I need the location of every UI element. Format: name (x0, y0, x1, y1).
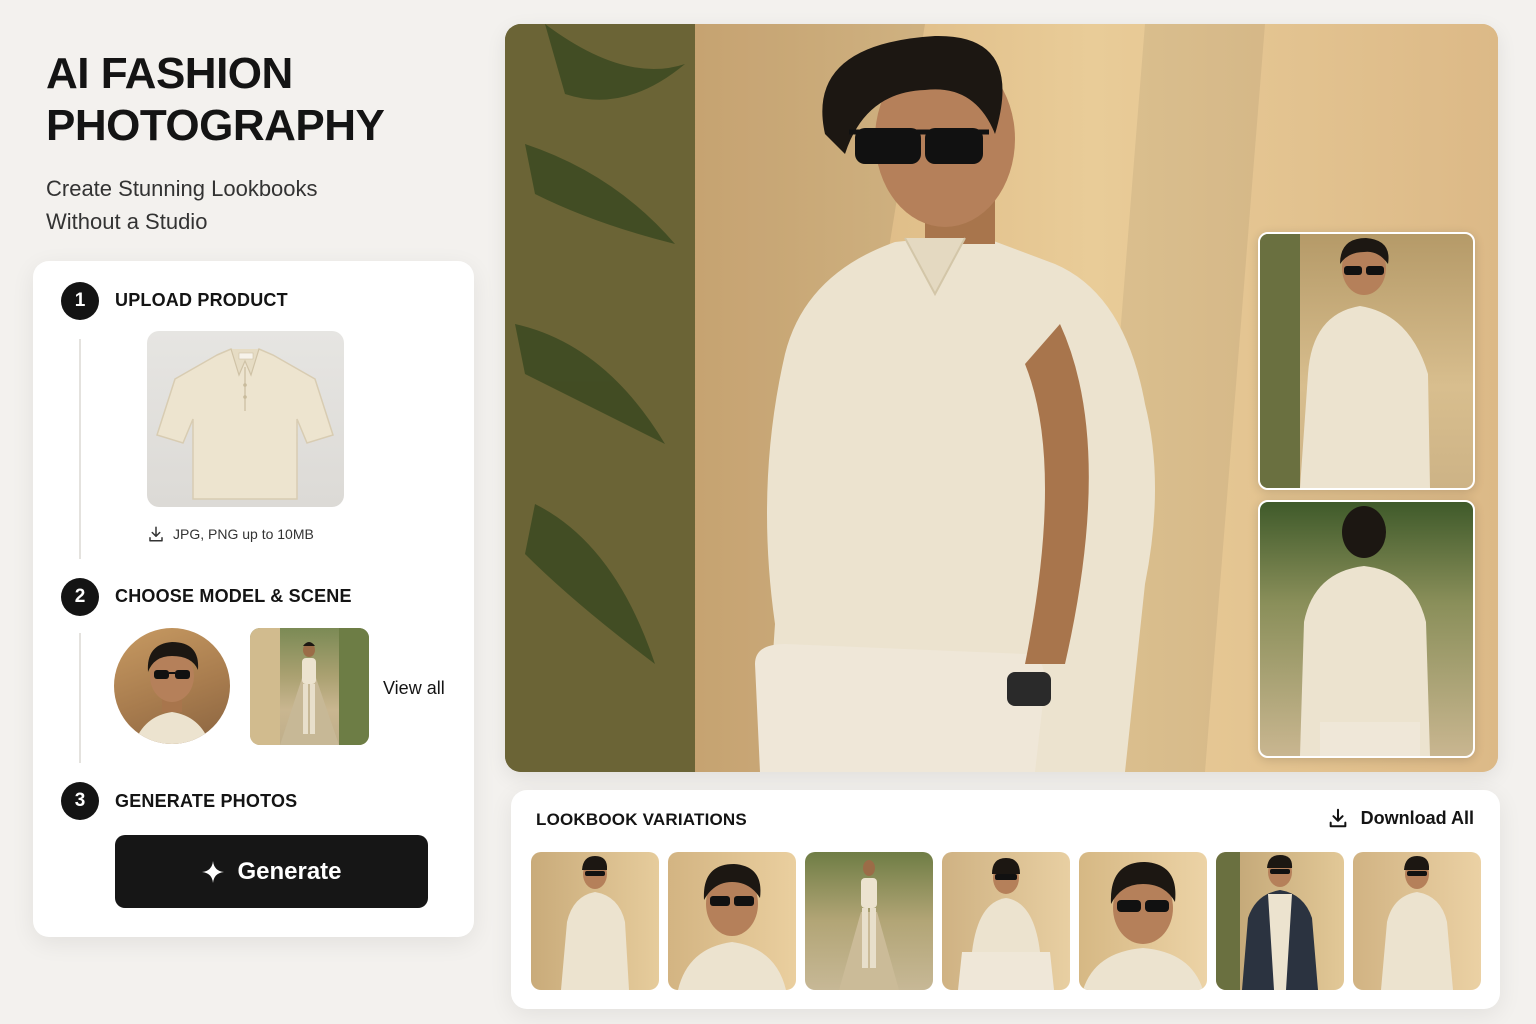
back-view-image (1300, 506, 1430, 756)
model-portrait-image (134, 642, 210, 744)
lookbook-photo-6 (1216, 852, 1318, 990)
lookbook-title: LOOKBOOK VARIATIONS (536, 810, 747, 829)
page-subtitle-line-2: Without a Studio (46, 209, 208, 234)
generate-button-label: Generate (237, 857, 342, 885)
download-icon (149, 526, 163, 542)
polo-shirt-image (156, 348, 334, 500)
upload-hint: JPG, PNG up to 10MB (147, 525, 314, 543)
step-2-number: 2 (61, 578, 99, 616)
lookbook-photo-5 (1083, 862, 1203, 990)
steps-panel: 1 UPLOAD PRODUCT JPG, PNG up to 10MB 2 C… (33, 261, 474, 937)
download-all-label: Download All (1360, 807, 1474, 828)
lookbook-thumbnail-2[interactable] (668, 852, 796, 990)
lookbook-photo-1 (561, 856, 629, 990)
product-upload-thumbnail[interactable] (147, 331, 344, 507)
lookbook-thumbnail-3[interactable] (805, 852, 933, 990)
download-icon (1329, 808, 1347, 828)
page-title: AI FASHION PHOTOGRAPHY (46, 48, 466, 152)
step-connector (79, 339, 81, 559)
main-preview-photo (505, 24, 1498, 772)
lookbook-panel: LOOKBOOK VARIATIONS Download All (511, 790, 1500, 1009)
scene-thumbnail[interactable] (250, 628, 369, 745)
scene-image (250, 628, 369, 745)
lookbook-photo-4 (958, 858, 1054, 990)
upload-hint-text: JPG, PNG up to 10MB (173, 526, 314, 542)
step-1-title: UPLOAD PRODUCT (115, 290, 288, 310)
sparkle-icon (202, 860, 225, 883)
page-subtitle: Create Stunning Lookbooks Without a Stud… (46, 172, 426, 238)
lookbook-photo-2 (678, 864, 786, 990)
lookbook-photo-7 (1381, 856, 1453, 990)
step-1-number: 1 (61, 282, 99, 320)
page-title-line-2: PHOTOGRAPHY (46, 101, 385, 150)
lookbook-thumbnail-5[interactable] (1079, 852, 1207, 990)
lookbook-thumbnail-4[interactable] (942, 852, 1070, 990)
page-subtitle-line-1: Create Stunning Lookbooks (46, 176, 318, 201)
step-2-title: CHOOSE MODEL & SCENE (115, 586, 352, 606)
lookbook-thumbnail-strip (531, 852, 1481, 990)
lookbook-thumbnail-1[interactable] (531, 852, 659, 990)
step-connector (79, 633, 81, 763)
alternate-view-thumbnail-front[interactable] (1258, 232, 1475, 490)
front-view-image (1260, 234, 1430, 488)
step-3-title: GENERATE PHOTOS (115, 791, 298, 811)
step-3-number: 3 (61, 782, 99, 820)
lookbook-photo-3 (839, 860, 899, 990)
page-title-line-1: AI FASHION (46, 49, 293, 98)
generate-button[interactable]: Generate (115, 835, 428, 908)
view-all-link[interactable]: View all (383, 678, 445, 699)
lookbook-thumbnail-7[interactable] (1353, 852, 1481, 990)
download-all-button[interactable]: Download All (1327, 807, 1474, 829)
alternate-view-thumbnail-back[interactable] (1258, 500, 1475, 758)
lookbook-thumbnail-6[interactable] (1216, 852, 1344, 990)
model-avatar[interactable] (114, 628, 230, 744)
